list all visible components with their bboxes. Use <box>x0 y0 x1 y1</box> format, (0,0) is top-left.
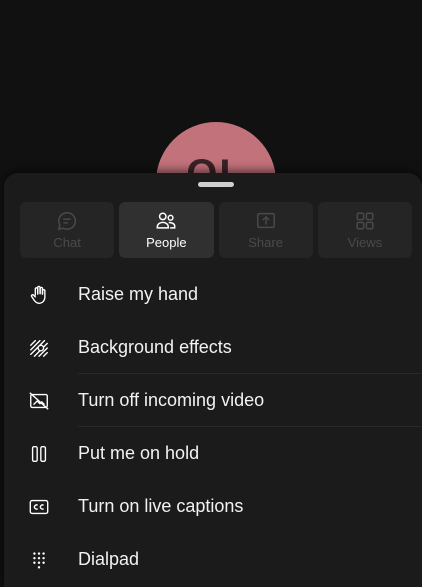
menu-item-put-me-on-hold[interactable]: Put me on hold <box>4 427 422 480</box>
people-icon <box>156 212 176 229</box>
menu-item-raise-hand[interactable]: Raise my hand <box>4 268 422 321</box>
tab-chat-label: Chat <box>53 235 81 250</box>
raise-hand-icon <box>30 285 46 304</box>
menu-item-label: Raise my hand <box>78 284 199 304</box>
tab-views[interactable]: Views <box>317 202 412 258</box>
chat-icon <box>57 212 77 231</box>
share-icon <box>256 212 275 229</box>
captions-icon <box>29 499 49 514</box>
more-options-sheet: Chat People Share Views Raise my hand Ba… <box>4 173 422 587</box>
pause-icon <box>31 445 47 462</box>
menu-item-label: Background effects <box>78 337 232 357</box>
menu-item-label: Dialpad <box>78 549 140 569</box>
menu-item-label: Turn off incoming video <box>78 390 265 410</box>
options-menu: Raise my hand Background effects Turn of… <box>4 268 422 586</box>
views-grid-icon <box>356 212 374 230</box>
menu-item-dialpad[interactable]: Dialpad <box>4 533 422 586</box>
tab-share[interactable]: Share <box>218 202 313 258</box>
tab-share-label: Share <box>248 235 283 250</box>
video-off-icon <box>29 391 49 410</box>
menu-item-label: Put me on hold <box>78 443 200 463</box>
tab-people-label: People <box>146 235 187 250</box>
tab-chat[interactable]: Chat <box>20 202 115 258</box>
tab-bar: Chat People Share Views <box>20 202 412 258</box>
menu-item-label: Turn on live captions <box>78 496 244 516</box>
menu-item-background-effects[interactable]: Background effects <box>4 321 422 374</box>
menu-item-turn-off-incoming-video[interactable]: Turn off incoming video <box>4 374 422 427</box>
tab-views-label: Views <box>347 235 383 250</box>
tab-people[interactable]: People <box>119 202 214 258</box>
dialpad-icon <box>33 551 45 569</box>
sheet-drag-handle[interactable] <box>198 182 234 187</box>
menu-item-live-captions[interactable]: Turn on live captions <box>4 480 422 533</box>
background-effects-icon <box>30 339 48 357</box>
call-screen: OL Chat People <box>0 0 422 587</box>
